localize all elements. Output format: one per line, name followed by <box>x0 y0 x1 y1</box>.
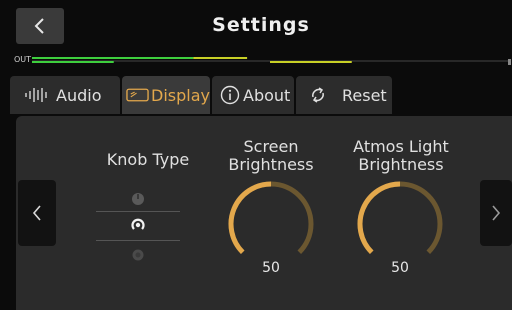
knob-style-2-icon <box>131 218 145 230</box>
tab-about[interactable]: About <box>212 76 294 114</box>
tab-display[interactable]: Display <box>122 76 210 114</box>
tab-bar: Audio Display About Reset <box>10 76 512 116</box>
atmos-light-brightness-title-line2: Brightness <box>358 155 444 174</box>
header-bar: Settings <box>10 8 512 52</box>
display-settings-panel: Knob Type Screen Brightness 50 Atmos Lig… <box>16 116 512 310</box>
atmos-light-brightness-dial[interactable] <box>350 178 450 268</box>
knob-type-divider-top <box>96 211 180 212</box>
atmos-light-brightness-value: 50 <box>391 260 409 276</box>
page-title: Settings <box>212 14 310 36</box>
info-icon <box>220 85 240 105</box>
meter-bars <box>32 57 511 65</box>
screen-brightness-title-line1: Screen <box>243 137 299 156</box>
screen-brightness-dial[interactable] <box>221 178 321 268</box>
screen-brightness-title: Screen Brightness <box>216 138 326 174</box>
atmos-light-brightness-title-line1: Atmos Light <box>353 137 449 156</box>
tab-audio-label: Audio <box>56 85 102 105</box>
atmos-light-brightness-title: Atmos Light Brightness <box>341 138 461 174</box>
refresh-icon <box>312 87 324 103</box>
knob-type-divider-bottom <box>96 240 180 241</box>
knob-type-option-3[interactable] <box>96 244 180 266</box>
tab-about-label: About <box>243 85 291 105</box>
output-meter: OUT <box>10 54 512 68</box>
chevron-right-icon <box>492 205 501 221</box>
waveform-icon <box>25 88 47 102</box>
tab-reset[interactable]: Reset <box>296 76 392 114</box>
screen-brightness-value: 50 <box>262 260 280 276</box>
meter-level-bar-3 <box>270 61 352 63</box>
prev-page-button[interactable] <box>18 180 56 246</box>
screen-brightness-title-line2: Brightness <box>228 155 314 174</box>
tab-display-label: Display <box>151 85 210 105</box>
knob-type-option-1[interactable] <box>96 188 180 210</box>
chevron-left-icon <box>32 205 41 221</box>
knob-style-3-icon <box>132 249 144 261</box>
meter-level-bar-1 <box>32 57 194 59</box>
display-icon <box>126 88 149 102</box>
knob-type-title: Knob Type <box>106 150 190 169</box>
next-page-button[interactable] <box>480 180 512 246</box>
meter-level-bar-1-tail <box>193 57 248 59</box>
knob-style-1-icon <box>132 193 144 205</box>
tab-reset-label: Reset <box>342 85 387 105</box>
knob-type-option-2[interactable] <box>96 214 180 236</box>
tab-audio[interactable]: Audio <box>10 76 120 114</box>
meter-level-bar-2 <box>32 61 114 63</box>
